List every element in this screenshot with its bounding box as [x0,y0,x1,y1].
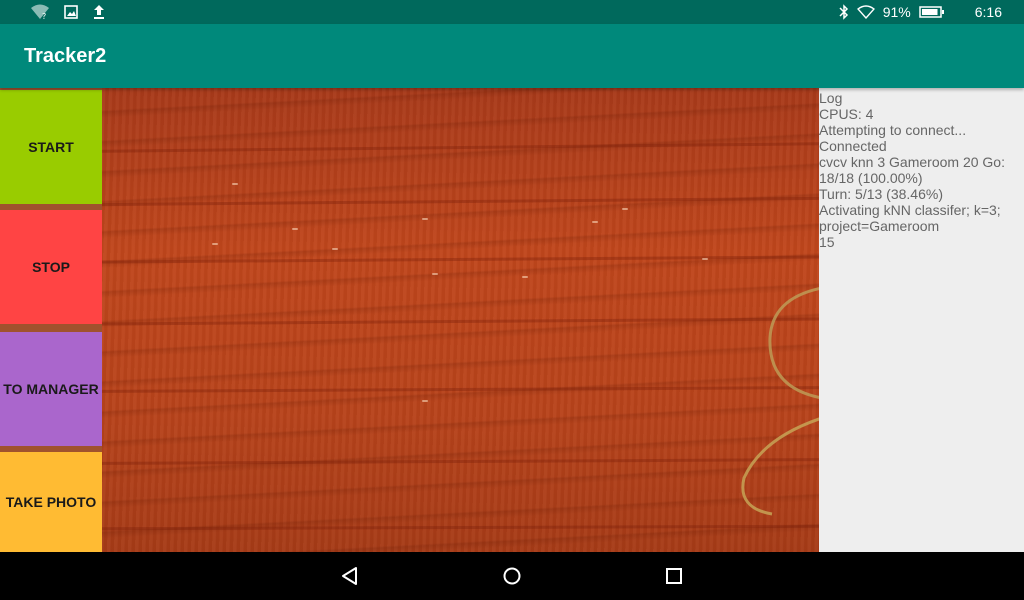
status-bar-notifications: ? [30,4,106,20]
start-button[interactable]: START [0,90,102,204]
camera-preview [102,88,819,552]
svg-text:?: ? [42,12,46,20]
back-icon[interactable] [338,564,362,588]
log-line: CPUS: 4 [819,106,874,122]
log-line: Attempting to connect... [819,122,967,138]
log-line: project=Gameroom [819,218,940,234]
log-line: Log [819,90,843,106]
log-line: cvcv knn 3 Gameroom 20 Go: [819,154,1005,170]
status-bar: ? 91% 6:16 [0,0,1024,24]
log-line: Activating kNN classifer; k=3; [819,202,1001,218]
home-icon[interactable] [500,564,524,588]
log-line: 15 [819,234,835,250]
wifi-question-icon: ? [30,4,50,20]
action-button-column: START STOP TO MANAGER TAKE PHOTO [0,88,102,552]
log-line: Connected [819,138,887,154]
upload-icon [92,4,106,20]
battery-icon [919,6,945,18]
app-bar: Tracker2 [0,24,1024,88]
main-content: START STOP TO MANAGER TAKE PHOTO Log CPU… [0,88,1024,552]
stop-button[interactable]: STOP [0,210,102,324]
bluetooth-icon [839,4,849,20]
log-panel: Log CPUS: 4 Attempting to connect... Con… [819,88,1024,552]
image-icon [64,5,78,19]
navigation-bar [0,552,1024,600]
status-bar-system: 91% 6:16 [839,4,1002,20]
log-line: Turn: 5/13 (38.46%) [819,186,943,202]
to-manager-button[interactable]: TO MANAGER [0,332,102,446]
take-photo-button[interactable]: TAKE PHOTO [0,452,102,552]
wifi-icon [856,5,875,19]
recents-icon[interactable] [662,564,686,588]
battery-percent: 91% [882,4,911,20]
android-screen: ? 91% 6:16 Tracker2 START STOP TO MANAGE… [0,0,1024,600]
log-line: 18/18 (100.00%) [819,170,923,186]
status-clock: 6:16 [974,4,1002,20]
app-title: Tracker2 [24,44,107,67]
